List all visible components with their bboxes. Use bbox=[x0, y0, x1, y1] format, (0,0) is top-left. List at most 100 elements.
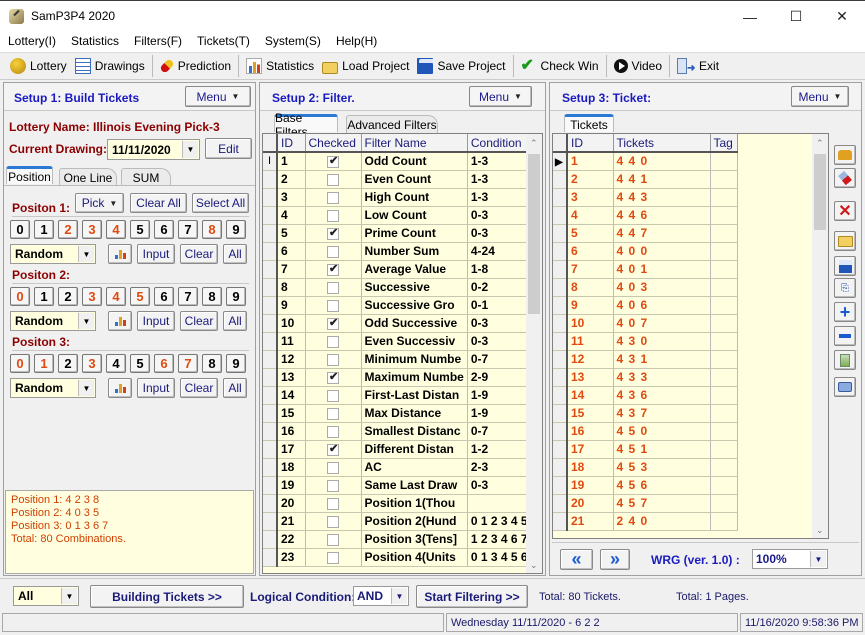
row-header[interactable] bbox=[553, 314, 568, 333]
row-header[interactable] bbox=[263, 548, 278, 567]
tab-tickets[interactable]: Tickets bbox=[564, 114, 614, 132]
ticket-tag[interactable] bbox=[710, 458, 738, 477]
filter-checkbox[interactable] bbox=[327, 442, 339, 456]
position3-clear-button[interactable]: Clear bbox=[180, 378, 218, 398]
ticket-tag[interactable] bbox=[710, 278, 738, 297]
position1-chart-button[interactable] bbox=[108, 244, 132, 264]
column-header-filter-name[interactable]: Filter Name bbox=[361, 134, 468, 153]
ticket-tag[interactable] bbox=[710, 296, 738, 315]
position1-input-button[interactable]: Input bbox=[137, 244, 175, 264]
filter-row[interactable]: 11 Even Successiv 0-3 bbox=[263, 332, 542, 351]
recycle-side-button[interactable] bbox=[834, 350, 856, 370]
filter-row[interactable]: 21 Position 2(Hund 0 1 2 3 4 5 bbox=[263, 512, 542, 531]
filter-checkbox[interactable] bbox=[327, 515, 339, 528]
filter-checkbox[interactable] bbox=[327, 497, 339, 510]
digit-button[interactable]: 0 bbox=[10, 354, 30, 373]
filter-checkbox[interactable] bbox=[327, 226, 339, 240]
row-header[interactable] bbox=[263, 422, 278, 441]
filter-checkbox[interactable] bbox=[327, 209, 339, 222]
ticket-row[interactable]: 20 4 5 7 bbox=[553, 494, 738, 513]
select-all-button[interactable]: Select All bbox=[192, 193, 249, 213]
ticket-tag[interactable] bbox=[710, 170, 738, 189]
filter-row[interactable]: 15 Max Distance 1-9 bbox=[263, 404, 542, 423]
filter-checkbox[interactable] bbox=[327, 407, 339, 420]
digit-button[interactable]: 9 bbox=[226, 354, 246, 373]
ticket-tag[interactable] bbox=[710, 332, 738, 351]
filter-row[interactable]: 14 First-Last Distan 1-9 bbox=[263, 386, 542, 405]
row-header[interactable] bbox=[263, 278, 278, 297]
ticket-row[interactable]: 64 0 0 bbox=[553, 242, 738, 261]
row-header[interactable] bbox=[553, 170, 568, 189]
digit-button[interactable]: 0 bbox=[10, 287, 30, 306]
menu-filters[interactable]: Filters(F) bbox=[126, 31, 189, 52]
row-header[interactable] bbox=[553, 260, 568, 279]
row-header[interactable] bbox=[553, 296, 568, 315]
menu-help[interactable]: Help(H) bbox=[328, 31, 384, 52]
row-header[interactable] bbox=[263, 314, 278, 333]
row-header[interactable] bbox=[263, 368, 278, 387]
column-header-tag[interactable]: Tag bbox=[710, 134, 738, 153]
row-header[interactable] bbox=[553, 278, 568, 297]
ticket-row[interactable]: 84 0 3 bbox=[553, 278, 738, 297]
toolbar-lottery-button[interactable]: Lottery bbox=[6, 54, 71, 78]
position3-chart-button[interactable] bbox=[108, 378, 132, 398]
row-header[interactable] bbox=[263, 296, 278, 315]
scroll-up-icon[interactable]: ⌃ bbox=[530, 138, 538, 149]
digit-button[interactable]: 2 bbox=[58, 220, 78, 239]
row-header[interactable] bbox=[263, 458, 278, 477]
digit-button[interactable]: 3 bbox=[82, 354, 102, 373]
row-header[interactable] bbox=[553, 368, 568, 387]
tickets-vertical-scrollbar[interactable]: ⌃ ⌄ bbox=[812, 134, 828, 538]
clear-all-button[interactable]: Clear All bbox=[130, 193, 187, 213]
ticket-tag[interactable] bbox=[710, 512, 738, 531]
row-header[interactable] bbox=[263, 530, 278, 549]
start-filtering-button[interactable]: Start Filtering >> bbox=[416, 585, 528, 608]
row-header[interactable]: ▶ bbox=[553, 152, 568, 171]
digit-button[interactable]: 5 bbox=[130, 220, 150, 239]
ticket-row[interactable]: 11 4 3 0 bbox=[553, 332, 738, 351]
position2-chart-button[interactable] bbox=[108, 311, 132, 331]
row-header[interactable] bbox=[553, 512, 568, 531]
position1-all-button[interactable]: All bbox=[223, 244, 247, 264]
filter-checkbox[interactable] bbox=[327, 479, 339, 492]
scroll-down-icon[interactable]: ⌄ bbox=[816, 525, 824, 536]
row-header[interactable] bbox=[553, 206, 568, 225]
position2-input-button[interactable]: Input bbox=[137, 311, 175, 331]
filter-row[interactable]: 13Maximum Numbe2-9 bbox=[263, 368, 542, 387]
ticket-tag[interactable] bbox=[710, 260, 738, 279]
ticket-row[interactable]: 18 4 5 3 bbox=[553, 458, 738, 477]
print-side-button[interactable] bbox=[834, 377, 856, 397]
filter-row[interactable]: 7Average Value1-8 bbox=[263, 260, 542, 279]
row-header[interactable] bbox=[553, 350, 568, 369]
digit-button[interactable]: 1 bbox=[34, 354, 54, 373]
digit-button[interactable]: 3 bbox=[82, 220, 102, 239]
filter-checkbox[interactable] bbox=[327, 389, 339, 402]
ticket-row[interactable]: 34 4 3 bbox=[553, 188, 738, 207]
ticket-row[interactable]: 74 0 1 bbox=[553, 260, 738, 279]
digit-button[interactable]: 5 bbox=[130, 354, 150, 373]
ticket-tag[interactable] bbox=[710, 314, 738, 333]
ticket-tag[interactable] bbox=[710, 350, 738, 369]
row-header[interactable] bbox=[263, 332, 278, 351]
toolbar-drawings-button[interactable]: Drawings bbox=[71, 54, 149, 78]
filter-row[interactable]: 18 AC 2-3 bbox=[263, 458, 542, 477]
position2-random-select[interactable]: Random ▼ bbox=[10, 311, 96, 331]
digit-button[interactable]: 7 bbox=[178, 220, 198, 239]
filter-row[interactable]: 20 Position 1(Thou bbox=[263, 494, 542, 513]
menu-statistics[interactable]: Statistics bbox=[63, 31, 126, 52]
row-header[interactable] bbox=[263, 206, 278, 225]
toolbar-save-project-button[interactable]: Save Project bbox=[413, 54, 509, 78]
digit-button[interactable]: 5 bbox=[130, 287, 150, 306]
ticket-tag[interactable] bbox=[710, 368, 738, 387]
open-file-side-button[interactable] bbox=[834, 231, 856, 251]
digit-button[interactable]: 6 bbox=[154, 287, 174, 306]
filter-row[interactable]: 17Different Distan1-2 bbox=[263, 440, 542, 459]
row-header[interactable] bbox=[553, 332, 568, 351]
building-tickets-button[interactable]: Building Tickets >> bbox=[90, 585, 244, 608]
digit-button[interactable]: 9 bbox=[226, 220, 246, 239]
digit-button[interactable]: 6 bbox=[154, 220, 174, 239]
ticket-tag[interactable] bbox=[710, 440, 738, 459]
digit-button[interactable]: 4 bbox=[106, 287, 126, 306]
ticket-row[interactable]: 21 2 4 0 bbox=[553, 512, 738, 531]
ticket-row[interactable]: 15 4 3 7 bbox=[553, 404, 738, 423]
